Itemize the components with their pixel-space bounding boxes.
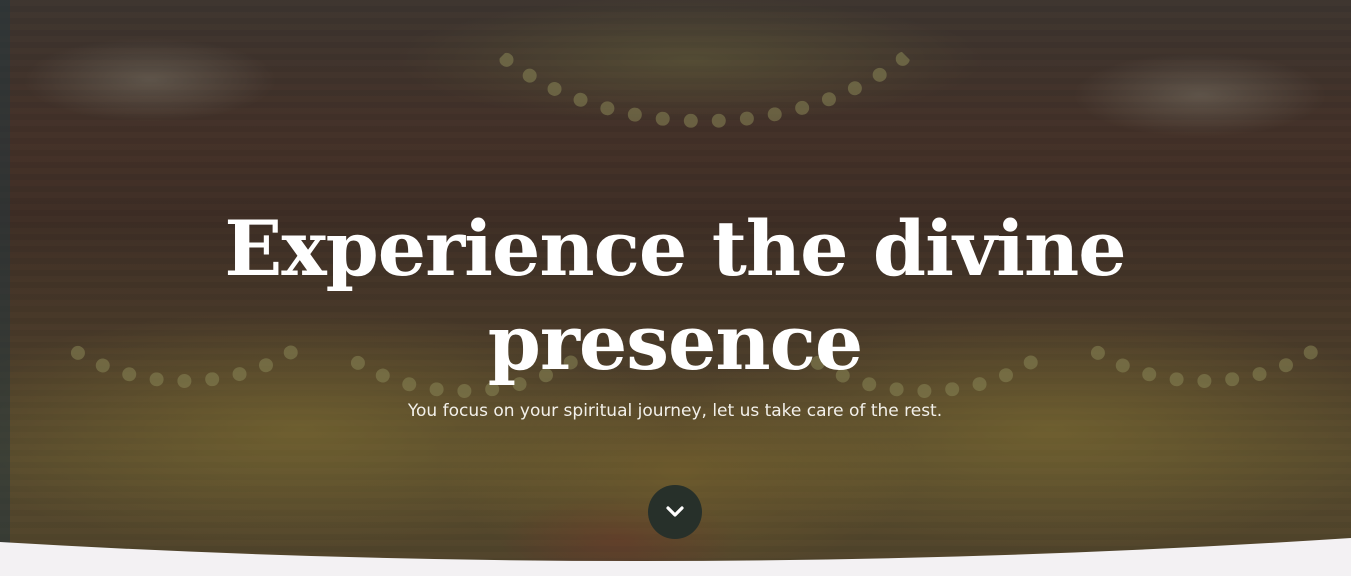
chevron-down-icon bbox=[666, 506, 684, 517]
hero-subtitle: You focus on your spiritual journey, let… bbox=[407, 401, 943, 421]
hero-section: Experience the divine presence You focus… bbox=[0, 0, 1351, 576]
bottom-curve-divider bbox=[0, 538, 1351, 576]
left-edge-strip bbox=[0, 0, 10, 576]
hero-headline: Experience the divine presence bbox=[224, 204, 1126, 387]
